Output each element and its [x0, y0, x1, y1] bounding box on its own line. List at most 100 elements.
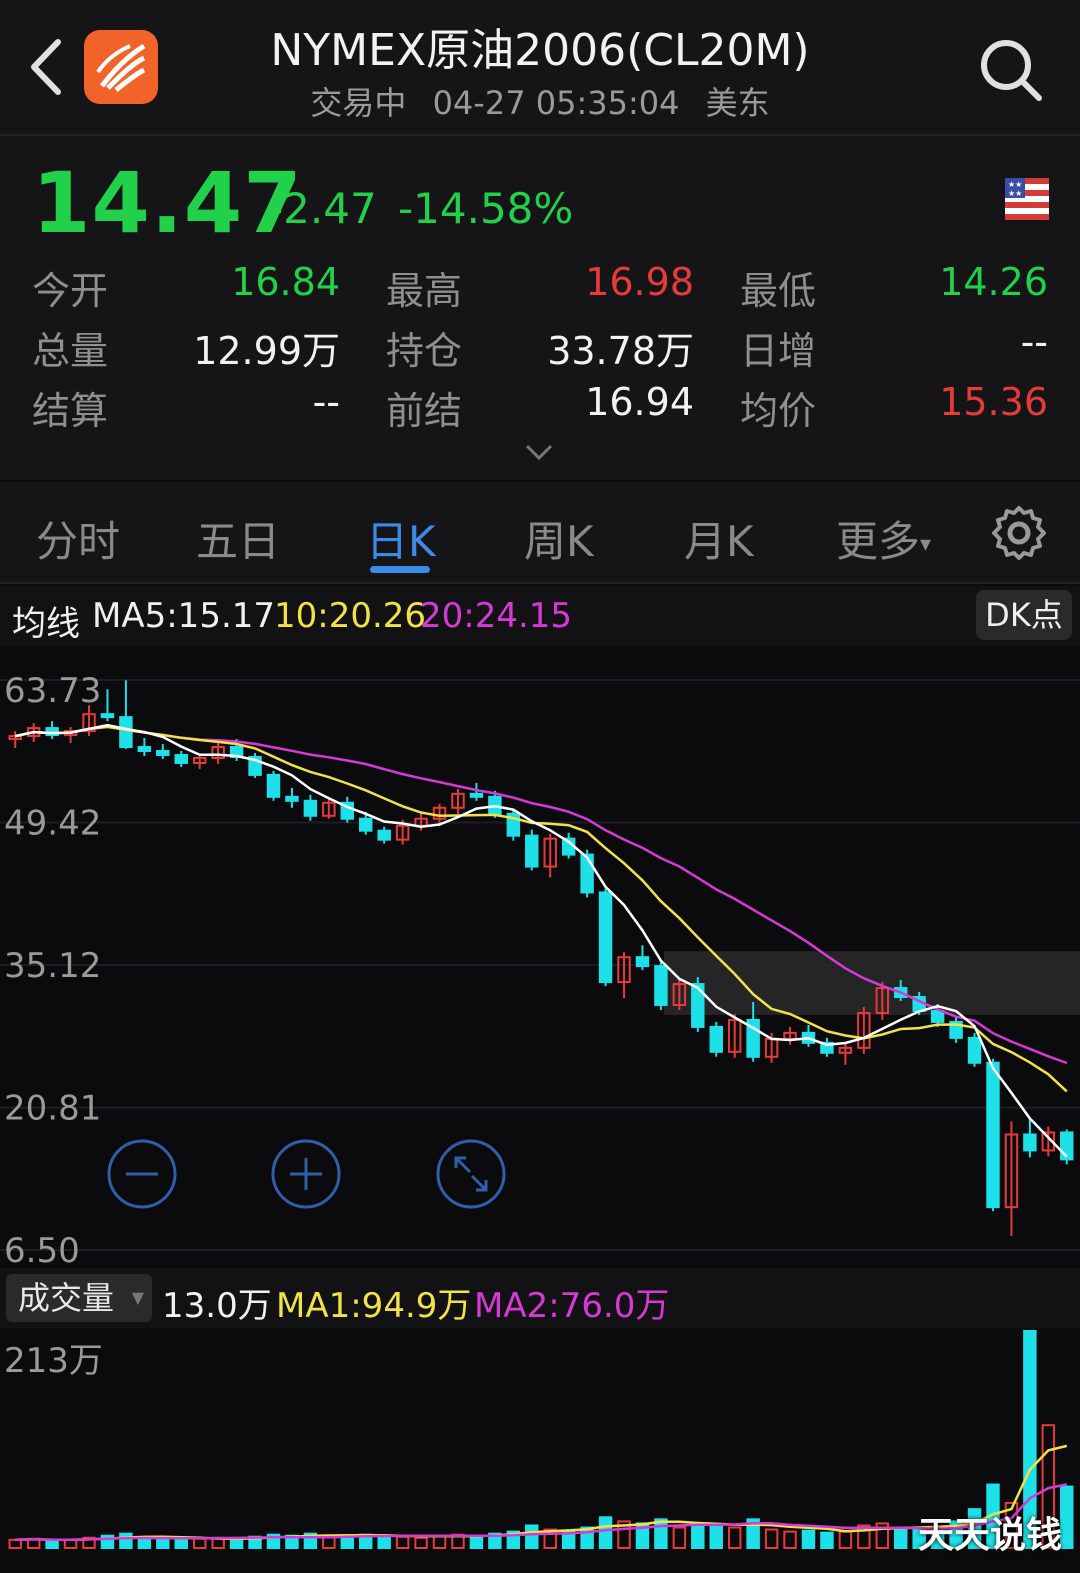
volume-bar — [727, 1526, 742, 1550]
volume-ma1-line — [15, 1444, 1068, 1542]
volume-bar — [45, 1539, 59, 1549]
volume-bar — [691, 1522, 705, 1549]
candle-body — [1023, 1133, 1037, 1152]
volume-bar — [414, 1536, 428, 1550]
moving-average-legend: 均线 MA5:15.17 10:20.26 20:24.15 DK点 — [0, 586, 1080, 646]
candle-body — [100, 713, 115, 719]
tab-intraday[interactable]: 分时 — [36, 508, 120, 569]
volume-bar — [894, 1526, 908, 1550]
chevron-down-icon[interactable] — [524, 442, 554, 462]
stat-label: 均价 — [740, 389, 817, 433]
volume-bar — [838, 1530, 853, 1550]
stat-value: 33.78万 — [547, 329, 694, 373]
fullscreen-icon[interactable] — [436, 1139, 506, 1209]
ma5-line — [14, 723, 1068, 1158]
volume-bar — [783, 1530, 797, 1550]
volume-bar — [174, 1538, 188, 1550]
candle-body — [174, 753, 188, 764]
candle-body — [930, 1009, 945, 1023]
tab-weekly-k[interactable]: 周K — [524, 508, 594, 569]
page-title: NYMEX原油2006(CL20M) — [270, 25, 810, 76]
stat-label: 前结 — [386, 389, 463, 433]
indicator-selector[interactable]: 成交量 ▼ — [6, 1274, 152, 1322]
dk-point-button[interactable]: DK点 — [976, 590, 1072, 640]
highlight-band — [664, 951, 1080, 1015]
quote-datetime: 04-27 05:35:04 — [432, 84, 680, 122]
tab-more-label: 更多 — [836, 517, 921, 566]
trading-status: 交易中 — [310, 84, 407, 122]
candle-body — [359, 817, 373, 832]
watermark: 天天说钱 — [918, 1515, 1063, 1556]
app-header: NYMEX原油2006(CL20M) 交易中 04-27 05:35:04 美东 — [0, 0, 1080, 136]
candle-body — [156, 750, 170, 756]
y-tick-label: 20.81 — [4, 1089, 101, 1129]
candle-body — [580, 853, 594, 894]
last-price: 14.47 — [32, 154, 303, 252]
zoom-in-icon[interactable] — [271, 1139, 341, 1209]
stat-label: 结算 — [32, 389, 109, 433]
search-icon[interactable] — [975, 34, 1045, 104]
stat-label: 总量 — [32, 329, 109, 373]
active-tab-indicator — [370, 566, 430, 573]
candle-body — [986, 1061, 1000, 1209]
quote-panel: 14.47 -2.47 -14.58% ★★ ★★ 今开 16.84 最高 16.98… — [0, 136, 1080, 480]
volume-bar — [820, 1531, 834, 1550]
stat-value: 16.94 — [585, 380, 694, 424]
volume-legend: 成交量 ▼ 13.0万 MA1:94.9万 MA2:76.0万 — [0, 1268, 1080, 1328]
y-tick-label: 49.42 — [4, 804, 101, 844]
stat-value: -- — [312, 380, 340, 424]
y-tick-label: 35.12 — [4, 946, 101, 986]
volume-bar — [377, 1534, 391, 1549]
volume-bar — [119, 1532, 133, 1549]
volume-bar — [654, 1518, 668, 1550]
candle-body — [967, 1036, 982, 1064]
candle-body — [119, 716, 133, 749]
volume-bar — [1060, 1485, 1074, 1550]
volume-bar — [432, 1534, 447, 1549]
gear-icon[interactable] — [990, 504, 1048, 562]
price-change: -2.47 — [268, 184, 377, 233]
volume-bar — [764, 1528, 779, 1550]
y-tick-label: 63.73 — [4, 671, 101, 711]
svg-text:★★: ★★ — [1008, 189, 1022, 198]
volume-bar — [598, 1516, 613, 1550]
tab-more[interactable]: 更多▾ — [836, 508, 931, 569]
stat-value: 16.98 — [585, 260, 694, 304]
period-tabs: 分时 五日 日K 周K 月K 更多▾ — [0, 482, 1080, 584]
ma-label: 均线 — [12, 604, 80, 644]
volume-bar — [395, 1535, 410, 1550]
us-flag-icon: ★★ ★★ — [1005, 178, 1049, 220]
indicator-selector-label: 成交量 — [18, 1279, 115, 1317]
tab-five-day[interactable]: 五日 — [196, 508, 280, 569]
candle-body — [137, 746, 152, 753]
candle-body — [525, 834, 539, 868]
candle-body — [709, 1025, 723, 1053]
tab-daily-k[interactable]: 日K — [366, 508, 436, 569]
volume-bar — [192, 1537, 207, 1549]
volume-bar — [469, 1534, 484, 1549]
timezone: 美东 — [705, 84, 770, 122]
candle-body — [654, 965, 668, 1006]
stat-value: 16.84 — [231, 260, 340, 304]
candle-body — [285, 795, 299, 802]
candle-body — [635, 956, 650, 968]
tab-monthly-k[interactable]: 月K — [684, 508, 754, 569]
volume-bar — [156, 1537, 170, 1549]
ma20-value: 20:24.15 — [420, 596, 573, 636]
stat-label: 最高 — [386, 269, 463, 313]
candle-body — [598, 891, 613, 984]
candle-body — [377, 829, 391, 841]
stat-label: 日增 — [740, 329, 817, 373]
volume-bar — [709, 1524, 723, 1549]
candlestick-chart[interactable]: 63.73 49.42 35.12 20.81 6.50 — [0, 646, 1080, 1266]
stat-value: 14.26 — [939, 260, 1048, 304]
zoom-out-icon[interactable] — [107, 1139, 177, 1209]
stat-value: -- — [1020, 320, 1048, 364]
price-change-percent: -14.58% — [398, 184, 574, 233]
candle-body — [469, 792, 484, 798]
stat-label: 今开 — [32, 269, 109, 313]
svg-text:★★: ★★ — [1008, 180, 1022, 189]
trading-status-line: 交易中 04-27 05:35:04 美东 — [0, 78, 1080, 124]
stat-label: 持仓 — [386, 329, 463, 373]
volume-bar — [137, 1536, 152, 1550]
